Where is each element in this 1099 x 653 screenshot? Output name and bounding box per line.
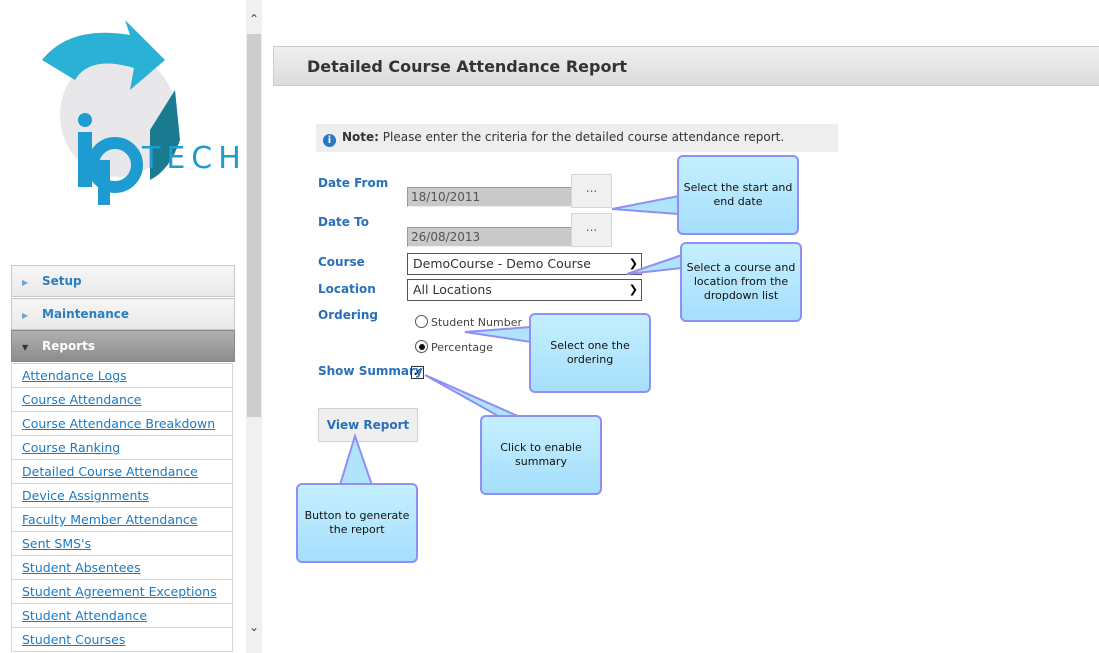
caret-down-icon: ▼ <box>22 343 29 352</box>
sidebar-link[interactable]: Student Absentees <box>22 560 141 575</box>
course-select[interactable]: DemoCourse - Demo Course ❯ <box>407 253 642 275</box>
sidebar-link[interactable]: Sent SMS's <box>22 536 91 551</box>
sidebar-link-row: Sent SMS's <box>11 532 233 556</box>
sidebar-link[interactable]: Student Agreement Exceptions <box>22 584 217 599</box>
date-to-input[interactable]: 26/08/2013 <box>407 227 573 247</box>
note-bar: i Note: Please enter the criteria for the… <box>316 124 838 152</box>
sidebar-link-row: Student Absentees <box>11 556 233 580</box>
svg-text:TECH: TECH <box>141 141 246 176</box>
sidebar-link[interactable]: Student Attendance <box>22 608 147 623</box>
location-value: All Locations <box>413 282 492 297</box>
sidebar-link[interactable]: Course Attendance <box>22 392 141 407</box>
sidebar-link-row: Course Attendance Breakdown <box>11 412 233 436</box>
date-to-label: Date To <box>318 215 369 229</box>
scroll-up-icon[interactable]: ⌃ <box>246 12 262 32</box>
page-header: Detailed Course Attendance Report <box>273 46 1099 86</box>
course-label: Course <box>318 255 365 269</box>
sidebar-link[interactable]: Course Ranking <box>22 440 120 455</box>
callout-summary: Click to enable summary <box>480 415 602 495</box>
chevron-down-icon: ❯ <box>628 283 638 296</box>
info-icon: i <box>323 134 336 147</box>
scrollbar-thumb[interactable] <box>247 34 261 417</box>
show-summary-label: Show Summary <box>318 364 423 378</box>
sidebar-link[interactable]: Course Attendance Breakdown <box>22 416 215 431</box>
sidebar: TECH ▶ Setup ▶ Maintenance ▼ Reports Attend… <box>0 0 262 653</box>
section-label: Setup <box>42 274 82 288</box>
page-title: Detailed Course Attendance Report <box>307 57 628 76</box>
sidebar-section-reports[interactable]: ▼ Reports <box>11 330 235 362</box>
radio-selected-icon <box>415 340 428 353</box>
sidebar-link-row: Faculty Member Attendance <box>11 508 233 532</box>
location-select[interactable]: All Locations ❯ <box>407 279 642 301</box>
sidebar-link-row: Student Courses <box>11 628 233 652</box>
scroll-down-icon[interactable]: ⌄ <box>246 620 262 640</box>
course-value: DemoCourse - Demo Course <box>413 256 591 271</box>
sidebar-section-maintenance[interactable]: ▶ Maintenance <box>11 298 235 330</box>
section-label: Maintenance <box>42 307 130 321</box>
sidebar-link[interactable]: Attendance Logs <box>22 368 127 383</box>
sidebar-link[interactable]: Faculty Member Attendance <box>22 512 197 527</box>
sidebar-link-row: Course Ranking <box>11 436 233 460</box>
caret-right-icon: ▶ <box>22 278 29 287</box>
sidebar-link-row: Course Attendance <box>11 388 233 412</box>
callout-dates: Select the start and end date <box>677 155 799 235</box>
radio-student-number[interactable]: Student Number <box>415 315 522 329</box>
sidebar-section-setup[interactable]: ▶ Setup <box>11 265 235 297</box>
chevron-down-icon: ❯ <box>628 257 638 270</box>
callout-view-report: Button to generate the report <box>296 483 418 563</box>
sidebar-link-row: Detailed Course Attendance <box>11 460 233 484</box>
note-text: Please enter the criteria for the detail… <box>382 130 785 144</box>
radio-label: Student Number <box>431 316 522 329</box>
callout-tail <box>338 432 374 486</box>
sidebar-link-row: Attendance Logs <box>11 363 233 388</box>
sidebar-link-row: Student Agreement Exceptions <box>11 580 233 604</box>
caret-right-icon: ▶ <box>22 311 29 320</box>
logo: TECH <box>42 20 246 205</box>
callout-course-location: Select a course and location from the dr… <box>680 242 802 322</box>
sidebar-link-row: Student Attendance <box>11 604 233 628</box>
view-report-button[interactable]: View Report <box>318 408 418 442</box>
reports-link-list: Attendance Logs Course Attendance Course A… <box>11 363 233 652</box>
date-to-picker-button[interactable]: ... <box>571 213 612 247</box>
callout-ordering: Select one the ordering <box>529 313 651 393</box>
date-from-picker-button[interactable]: ... <box>571 174 612 208</box>
radio-label: Percentage <box>431 341 493 354</box>
sidebar-link[interactable]: Device Assignments <box>22 488 149 503</box>
sidebar-link-row: Device Assignments <box>11 484 233 508</box>
sidebar-link[interactable]: Student Courses <box>22 632 125 647</box>
callout-tail <box>611 194 680 216</box>
radio-icon <box>415 315 428 328</box>
sidebar-link[interactable]: Detailed Course Attendance <box>22 464 198 479</box>
ordering-label: Ordering <box>318 308 379 322</box>
show-summary-checkbox[interactable]: ✓ <box>411 366 424 379</box>
callout-tail <box>424 374 521 418</box>
date-from-label: Date From <box>318 176 389 190</box>
note-label: Note: <box>342 130 379 144</box>
date-from-input[interactable]: 18/10/2011 <box>407 187 573 207</box>
location-label: Location <box>318 282 376 296</box>
radio-percentage[interactable]: Percentage <box>415 340 493 354</box>
section-label: Reports <box>42 339 96 353</box>
